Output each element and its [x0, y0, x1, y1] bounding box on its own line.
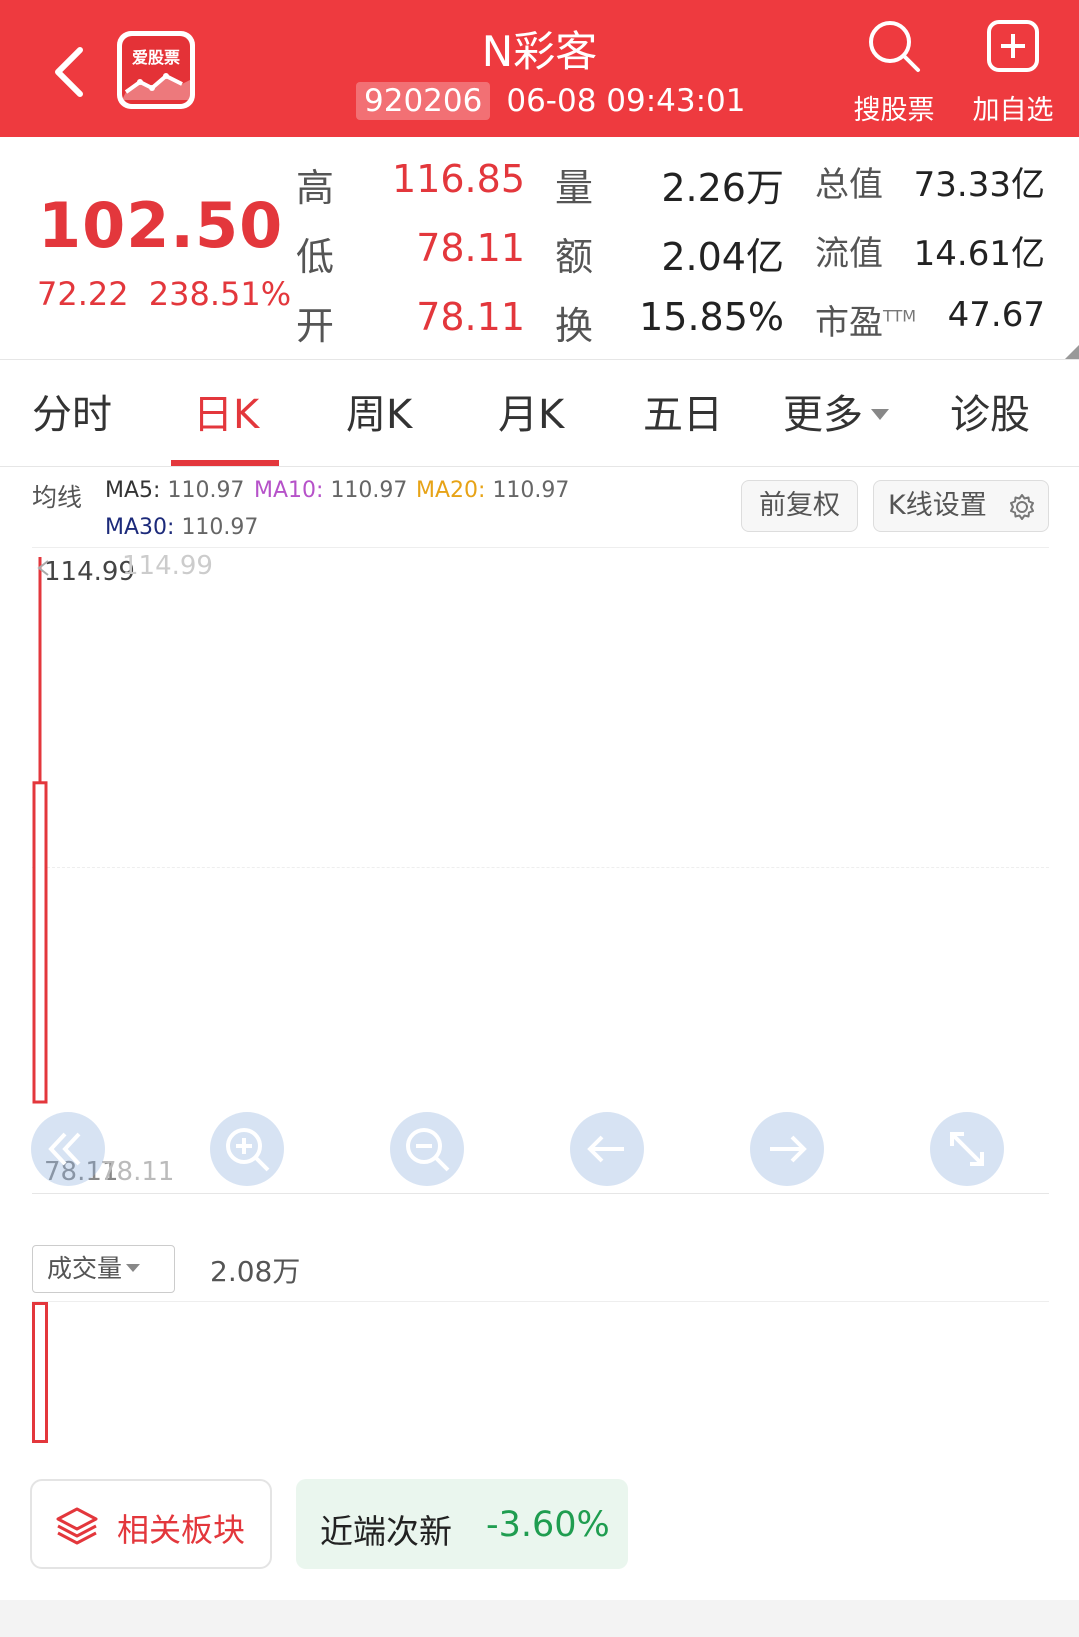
pe-value: 47.67	[947, 295, 1045, 335]
kline-settings-button[interactable]: K线设置	[873, 480, 1049, 532]
max-pointer-icon	[37, 560, 49, 576]
float-cap-label: 流值	[815, 234, 883, 274]
min-price-ghost-label: 78.11	[100, 1157, 175, 1187]
kline-settings-label: K线设置	[888, 490, 987, 521]
fullscreen-button[interactable]	[930, 1112, 1004, 1186]
pe-label-text: 市盈	[815, 303, 883, 343]
float-cap-value: 14.61亿	[913, 234, 1045, 274]
kline-candles	[32, 557, 48, 1104]
ma20-value: 110.97	[492, 478, 570, 503]
ma-title: 均线	[32, 483, 83, 512]
ma30-value: 110.97	[181, 515, 259, 540]
open-value: 78.11	[416, 295, 525, 339]
tab-more-label: 更多	[783, 392, 863, 438]
tab-five-day[interactable]: 五日	[643, 382, 723, 440]
high-label: 高	[296, 166, 335, 210]
footer-strip	[0, 1600, 1079, 1637]
high-value: 116.85	[392, 157, 525, 201]
max-price-ghost-label: 114.99	[122, 551, 213, 581]
stat-row-2: 低 78.11 额 2.04亿 流值 14.61亿	[0, 226, 1079, 279]
ma30-label: MA30:	[105, 515, 175, 540]
header-bar: 爱股票 N彩客 920206 06-08 09:43:01 搜股票 加自选	[0, 0, 1079, 137]
amount-label: 额	[555, 235, 594, 279]
sector-chip[interactable]: 近端次新 -3.60%	[296, 1479, 628, 1569]
ma5-item: MA5: 110.97	[105, 478, 244, 503]
add-watchlist-button[interactable]: 加自选	[965, 18, 1061, 127]
expand-icon	[950, 1132, 984, 1166]
tab-weekly-k[interactable]: 周K	[346, 382, 412, 440]
stat-row-1: 高 116.85 量 2.26万 总值 73.33亿	[0, 157, 1079, 210]
ma10-label: MA10:	[254, 478, 324, 503]
add-watchlist-label: 加自选	[972, 95, 1054, 126]
indicator-select[interactable]: 成交量	[32, 1245, 175, 1293]
arrow-right-icon	[770, 1135, 807, 1163]
market-cap-value: 73.33亿	[913, 165, 1045, 205]
ma5-value: 110.97	[167, 478, 245, 503]
ma-legend: 均线 MA5: 110.97 MA10: 110.97 MA20: 110.97…	[0, 468, 1079, 548]
volume-value: 2.26万	[661, 166, 784, 210]
amount-value: 2.04亿	[661, 235, 784, 279]
pan-right-button[interactable]	[750, 1112, 824, 1186]
zoom-in-button[interactable]	[210, 1112, 284, 1186]
zoom-out-icon	[406, 1128, 450, 1172]
active-tab-indicator	[171, 460, 279, 466]
quote-panel: 102.50 72.22 238.51% 高 116.85 量 2.26万 总值…	[0, 137, 1079, 359]
quote-datetime: 06-08 09:43:01	[506, 83, 746, 119]
ma20-item: MA20: 110.97	[416, 478, 569, 503]
add-square-icon	[987, 20, 1039, 72]
volume-grid-line	[32, 1301, 1049, 1302]
kline-chart[interactable]: 114.99 114.99 78.11 78.11	[0, 547, 1079, 1194]
chevron-down-icon	[871, 408, 889, 420]
period-tabs: 分时 日K 周K 月K 五日 更多 诊股	[0, 359, 1079, 467]
turnover-value: 15.85%	[639, 295, 784, 339]
volume-label: 量	[555, 166, 594, 210]
related-sectors-button[interactable]: 相关板块	[30, 1479, 272, 1569]
pan-left-button[interactable]	[570, 1112, 644, 1186]
ma10-item: MA10: 110.97	[254, 478, 407, 503]
volume-header: 成交量 2.08万	[0, 1240, 1079, 1300]
tab-daily-k[interactable]: 日K	[193, 382, 259, 440]
candle-body	[32, 781, 48, 1104]
ma20-label: MA20:	[416, 478, 486, 503]
stock-code: 920206	[356, 82, 491, 120]
tab-more[interactable]: 更多	[783, 382, 889, 440]
search-icon	[869, 21, 920, 72]
tab-diagnose[interactable]: 诊股	[950, 382, 1030, 440]
scroll-start-button[interactable]	[31, 1112, 105, 1186]
sector-name: 近端次新	[320, 1512, 452, 1551]
stat-row-3: 开 78.11 换 15.85% 市盈TTM 47.67	[0, 295, 1079, 348]
gear-icon	[1010, 494, 1034, 520]
search-stock-label: 搜股票	[853, 95, 935, 126]
layers-icon	[56, 1507, 98, 1545]
sector-change: -3.60%	[486, 1505, 610, 1545]
market-cap-label: 总值	[815, 165, 883, 205]
turnover-label: 换	[555, 304, 594, 348]
tab-intraday[interactable]: 分时	[32, 382, 112, 440]
zoom-out-button[interactable]	[390, 1112, 464, 1186]
ma5-label: MA5:	[105, 478, 161, 503]
tab-monthly-k[interactable]: 月K	[498, 382, 564, 440]
search-stock-button[interactable]: 搜股票	[846, 18, 942, 127]
open-label: 开	[296, 304, 335, 348]
code-time-row: 920206 06-08 09:43:01	[356, 81, 746, 121]
expand-corner-icon[interactable]	[1065, 345, 1079, 359]
arrow-left-icon	[587, 1135, 624, 1163]
adjust-button[interactable]: 前复权	[741, 480, 858, 532]
volume-bar	[32, 1302, 48, 1443]
low-value: 78.11	[416, 226, 525, 270]
ma30-item: MA30: 110.97	[105, 515, 258, 540]
ma10-value: 110.97	[330, 478, 408, 503]
indicator-select-label: 成交量	[47, 1254, 123, 1283]
chevron-down-icon	[126, 1264, 141, 1272]
zoom-in-icon	[226, 1128, 270, 1172]
double-chevron-left-icon	[48, 1132, 81, 1166]
volume-readout: 2.08万	[210, 1255, 301, 1288]
low-label: 低	[296, 235, 335, 279]
related-sectors-label: 相关板块	[117, 1511, 246, 1549]
